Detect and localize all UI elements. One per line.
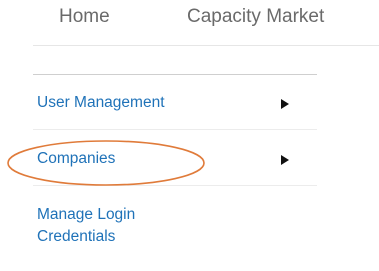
submenu-item-user-management[interactable]: User Management [33,90,317,130]
top-navigation-divider [33,45,379,46]
submenu-item-label[interactable]: Companies [37,148,115,170]
submenu: User Management Companies Manage Login C… [33,74,317,245]
submenu-divider [33,129,317,130]
submenu-item-label[interactable]: Manage Login Credentials [37,204,207,248]
submenu-divider [33,185,317,186]
top-navigation: Home Capacity Market [0,0,379,46]
submenu-item-label[interactable]: User Management [37,92,165,114]
caret-right-icon [281,155,289,165]
nav-home-link[interactable]: Home [59,6,110,28]
submenu-item-manage-login-credentials[interactable]: Manage Login Credentials [33,203,317,263]
submenu-top-rule [33,74,317,75]
submenu-item-companies[interactable]: Companies [33,146,317,186]
caret-right-icon [281,99,289,109]
page: Home Capacity Market User Management Com… [0,0,379,271]
nav-capacity-market-link[interactable]: Capacity Market [187,6,324,28]
